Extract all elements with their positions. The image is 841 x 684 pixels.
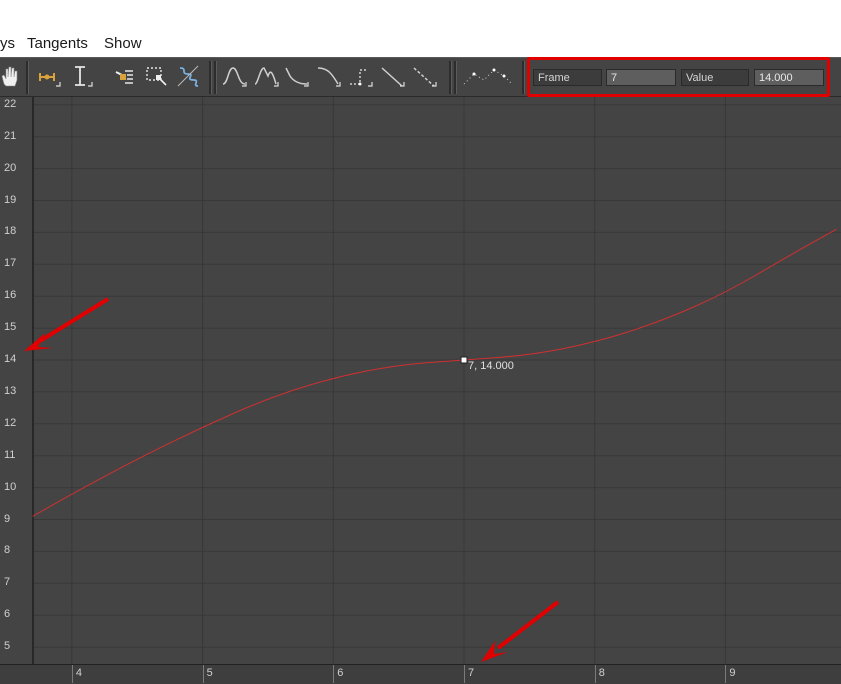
arrow-to-x-axis xyxy=(481,600,560,662)
annotation-layer xyxy=(24,297,560,662)
arrow-to-y-axis xyxy=(24,297,110,351)
